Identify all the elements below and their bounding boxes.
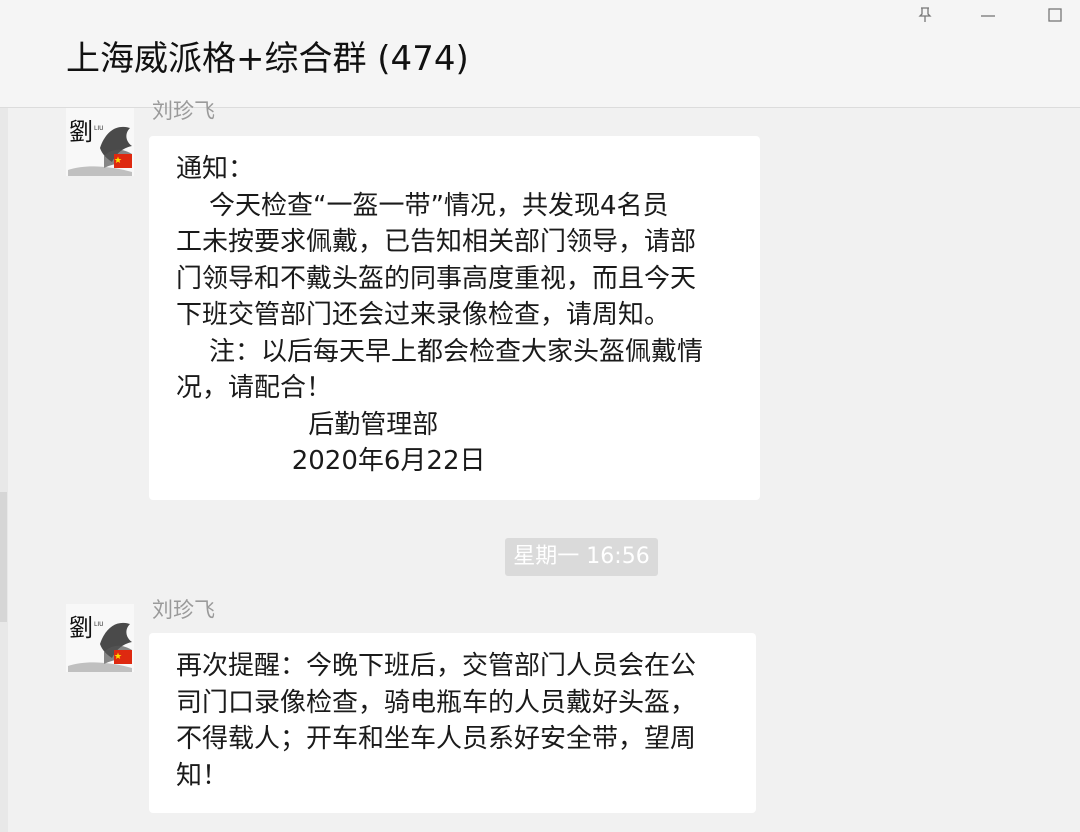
- timestamp: 星期一 16:56: [505, 538, 658, 576]
- message-line: 下班交管部门还会过来录像检查，请周知。: [176, 300, 671, 330]
- minimize-icon: [981, 15, 995, 17]
- scroll-indicator[interactable]: [0, 492, 7, 622]
- minimize-button[interactable]: [973, 2, 1003, 26]
- pin-icon: [918, 7, 932, 22]
- message-line: 工未按要求佩戴，已告知相关部门领导，请部: [176, 227, 697, 257]
- message-line: 通知：: [176, 154, 255, 184]
- message-bubble[interactable]: 再次提醒：今晚下班后，交管部门人员会在公 司门口录像检查，骑电瓶车的人员戴好头盔…: [149, 633, 756, 813]
- avatar-calligraphy: 劉: [69, 118, 93, 146]
- message-line: 况，请配合！: [176, 373, 333, 403]
- china-flag-icon: [114, 154, 132, 168]
- chat-header: 上海威派格+综合群 (474): [0, 0, 1080, 108]
- message-line: 2020年6月22日: [176, 446, 486, 476]
- maximize-icon: [1048, 8, 1062, 22]
- message-bubble[interactable]: 通知： 今天检查“一盔一带”情况，共发现4名员 工未按要求佩戴，已告知相关部门领…: [149, 136, 760, 500]
- message-line: 今天检查“一盔一带”情况，共发现4名员: [176, 190, 669, 221]
- message-line: 司门口录像检查，骑电瓶车的人员戴好头盔，: [176, 687, 697, 718]
- message-line: 后勤管理部: [176, 409, 439, 440]
- message-line: 注：以后每天早上都会检查大家头盔佩戴情: [176, 336, 704, 367]
- left-edge: [0, 0, 8, 832]
- avatar-small-text: LIU: [94, 125, 104, 132]
- avatar-calligraphy: 劉: [69, 614, 93, 642]
- message-line: 再次提醒：今晚下班后，交管部门人员会在公: [176, 651, 697, 681]
- sender-name[interactable]: 刘珍飞: [152, 594, 215, 624]
- message-line: 不得载人；开车和坐车人员系好安全带，望周: [176, 724, 697, 754]
- maximize-button[interactable]: [1040, 2, 1070, 26]
- pin-button[interactable]: [910, 2, 940, 26]
- sender-name[interactable]: 刘珍飞: [152, 95, 215, 125]
- message-line: 知！: [176, 760, 229, 791]
- avatar[interactable]: 劉 LIU: [66, 108, 134, 176]
- message-line: 门领导和不戴头盔的同事高度重视，而且今天: [176, 263, 697, 294]
- china-flag-icon: [114, 650, 132, 664]
- chat-title: 上海威派格+综合群 (474): [66, 39, 469, 79]
- avatar[interactable]: 劉 LIU: [66, 604, 134, 672]
- avatar-small-text: LIU: [94, 621, 104, 628]
